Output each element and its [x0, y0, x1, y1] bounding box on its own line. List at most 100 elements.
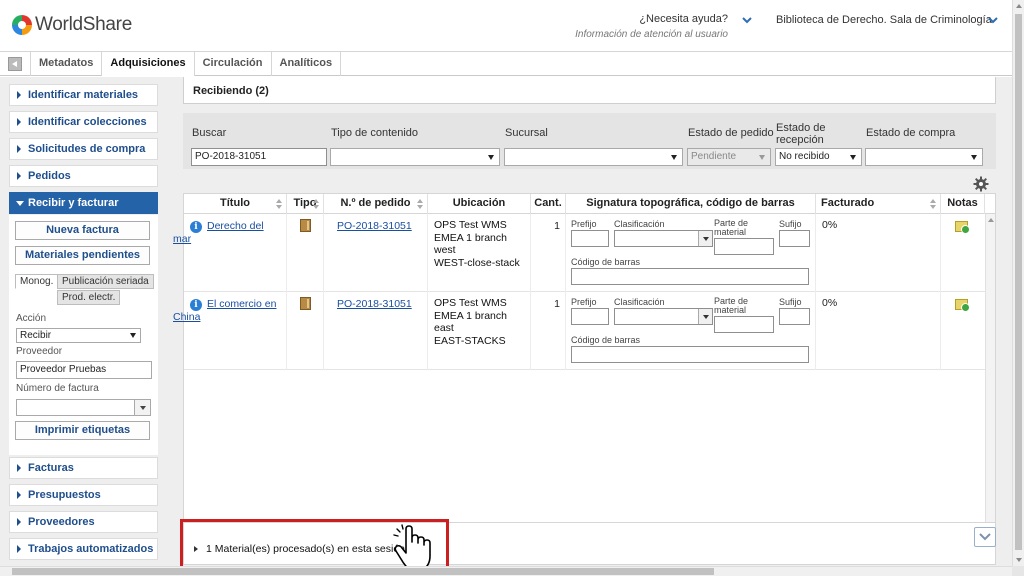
sort-icon[interactable] [276, 199, 282, 209]
subtab-publicacion-seriada[interactable]: Publicación seriada [57, 274, 154, 289]
sidebar-item-pedidos[interactable]: Pedidos [9, 165, 158, 187]
barcode-input[interactable] [571, 268, 809, 285]
invoice-number-combo[interactable] [16, 399, 151, 416]
scroll-down-button[interactable] [974, 527, 996, 547]
sidebar: Identificar materiales Identificar colec… [0, 77, 166, 567]
order-number-link[interactable]: PO-2018-31051 [337, 220, 412, 232]
subtab-prod-electr[interactable]: Prod. electr. [57, 290, 121, 305]
tab-adquisiciones[interactable]: Adquisiciones [101, 52, 194, 76]
sort-icon[interactable] [930, 199, 936, 209]
tab-circulacion[interactable]: Circulación [193, 52, 271, 76]
prefix-input[interactable] [571, 230, 609, 247]
help-title[interactable]: ¿Necesita ayuda? [574, 13, 728, 25]
gear-icon[interactable] [973, 176, 989, 192]
order-number-link[interactable]: PO-2018-31051 [337, 298, 412, 310]
title-cell: i Derecho del mar [173, 214, 287, 292]
pending-items-button[interactable]: Materiales pendientes [15, 246, 150, 265]
tab-analiticos[interactable]: Analíticos [270, 52, 342, 76]
new-invoice-button[interactable]: Nueva factura [15, 221, 150, 240]
vertical-scroll-thumb[interactable] [1015, 14, 1022, 550]
collapse-sidebar-button[interactable] [8, 57, 22, 71]
search-input[interactable]: PO-2018-31051 [191, 148, 327, 166]
action-select[interactable]: Recibir [16, 328, 141, 343]
help-chevron-down-icon[interactable] [741, 14, 753, 26]
col-type[interactable]: Tipo [287, 194, 324, 214]
sidebar-item-solicitudes-de-compra[interactable]: Solicitudes de compra [9, 138, 158, 160]
print-labels-button[interactable]: Imprimir etiquetas [15, 421, 150, 440]
sort-icon[interactable] [313, 199, 319, 209]
col-qty-label: Cant. [534, 197, 562, 209]
part-input[interactable] [714, 238, 774, 255]
sort-icon[interactable] [417, 199, 423, 209]
purchase-status-select[interactable] [865, 148, 983, 166]
add-note-icon[interactable] [955, 221, 970, 234]
suffix-input[interactable] [779, 230, 810, 247]
barcode-input[interactable] [571, 346, 809, 363]
page-horizontal-scrollbar[interactable] [0, 566, 1012, 576]
branch-select[interactable] [504, 148, 683, 166]
scroll-down-arrow-icon[interactable] [1016, 558, 1022, 562]
receipt-status-select[interactable]: No recibido [775, 148, 862, 166]
qty-cell: 1 [531, 292, 566, 370]
col-order-number[interactable]: N.º de pedido [324, 194, 428, 214]
subtab-monog[interactable]: Monog. [15, 274, 59, 289]
table-scrollbar[interactable] [985, 214, 995, 522]
module-tabbar: Metadatos Adquisiciones Circulación Anal… [0, 52, 1012, 76]
vendor-input[interactable]: Proveedor Pruebas [16, 361, 152, 379]
prefix-input[interactable] [571, 308, 609, 325]
type-cell [287, 292, 324, 370]
title-line2[interactable]: China [173, 311, 200, 324]
worldshare-logo[interactable]: WorldShare [12, 14, 132, 36]
receipt-status-label-line1: Estado de [776, 122, 826, 134]
col-call-number-barcode: Signatura topográfica, código de barras [566, 194, 816, 214]
notes-cell [941, 292, 985, 370]
search-label: Buscar [192, 127, 227, 139]
classification-label: Clasificación [614, 297, 665, 307]
location-line: east [434, 322, 454, 334]
suffix-label: Sufijo [779, 219, 802, 229]
title-line2[interactable]: mar [173, 233, 191, 246]
classification-dropdown-icon[interactable] [698, 231, 712, 246]
title-line1[interactable]: El comercio en [207, 298, 276, 310]
horizontal-scroll-thumb[interactable] [12, 568, 714, 575]
sidebar-item-recibir-y-facturar[interactable]: Recibir y facturar [9, 192, 158, 214]
scroll-up-arrow-icon[interactable] [1016, 4, 1022, 8]
sidebar-item-trabajos-automatizados[interactable]: Trabajos automatizados [9, 538, 158, 560]
library-name[interactable]: Biblioteca de Derecho. Sala de Criminolo… [776, 14, 992, 26]
suffix-input[interactable] [779, 308, 810, 325]
location-line: OPS Test WMS [434, 297, 507, 309]
book-icon [300, 297, 311, 310]
location-cell: OPS Test WMS EMEA 1 branch east EAST-STA… [428, 292, 531, 370]
call-number-cell: Prefijo Clasificación Parte de material … [566, 214, 816, 292]
branch-label: Sucursal [505, 127, 548, 139]
tab-metadatos[interactable]: Metadatos [30, 52, 101, 76]
help-section[interactable]: ¿Necesita ayuda? Información de atención… [574, 13, 728, 40]
part-label-line2: material [714, 227, 747, 237]
receiving-table: Título Tipo N.º de pedido Ubicación Cant… [173, 193, 996, 523]
col-qty: Cant. [531, 194, 566, 214]
library-chevron-down-icon[interactable] [987, 14, 999, 26]
page-vertical-scrollbar[interactable] [1012, 0, 1024, 566]
add-note-icon[interactable] [955, 299, 970, 312]
title-line1[interactable]: Derecho del [207, 220, 264, 232]
help-subtitle[interactable]: Información de atención al usuario [574, 29, 728, 40]
invoice-number-dropdown-icon[interactable] [134, 400, 150, 415]
col-invoiced[interactable]: Facturado [816, 194, 941, 214]
classification-select[interactable] [614, 308, 713, 325]
sidebar-item-presupuestos[interactable]: Presupuestos [9, 484, 158, 506]
chevron-down-icon [979, 533, 991, 541]
sidebar-item-identificar-materiales[interactable]: Identificar materiales [9, 84, 158, 106]
sidebar-item-identificar-colecciones[interactable]: Identificar colecciones [9, 111, 158, 133]
location-text: OPS Test WMS EMEA 1 branch east EAST-STA… [434, 297, 507, 347]
invoice-number-label: Número de factura [16, 383, 99, 394]
part-input[interactable] [714, 316, 774, 333]
content-type-select[interactable] [330, 148, 500, 166]
classification-select[interactable] [614, 230, 713, 247]
title-link[interactable]: Derecho del mar [173, 220, 282, 246]
col-title[interactable]: Título [184, 194, 287, 214]
sidebar-item-facturas[interactable]: Facturas [9, 457, 158, 479]
classification-dropdown-icon[interactable] [698, 309, 712, 324]
title-link[interactable]: El comercio en China [173, 298, 282, 324]
qty-value: 1 [554, 298, 560, 310]
sidebar-item-proveedores[interactable]: Proveedores [9, 511, 158, 533]
